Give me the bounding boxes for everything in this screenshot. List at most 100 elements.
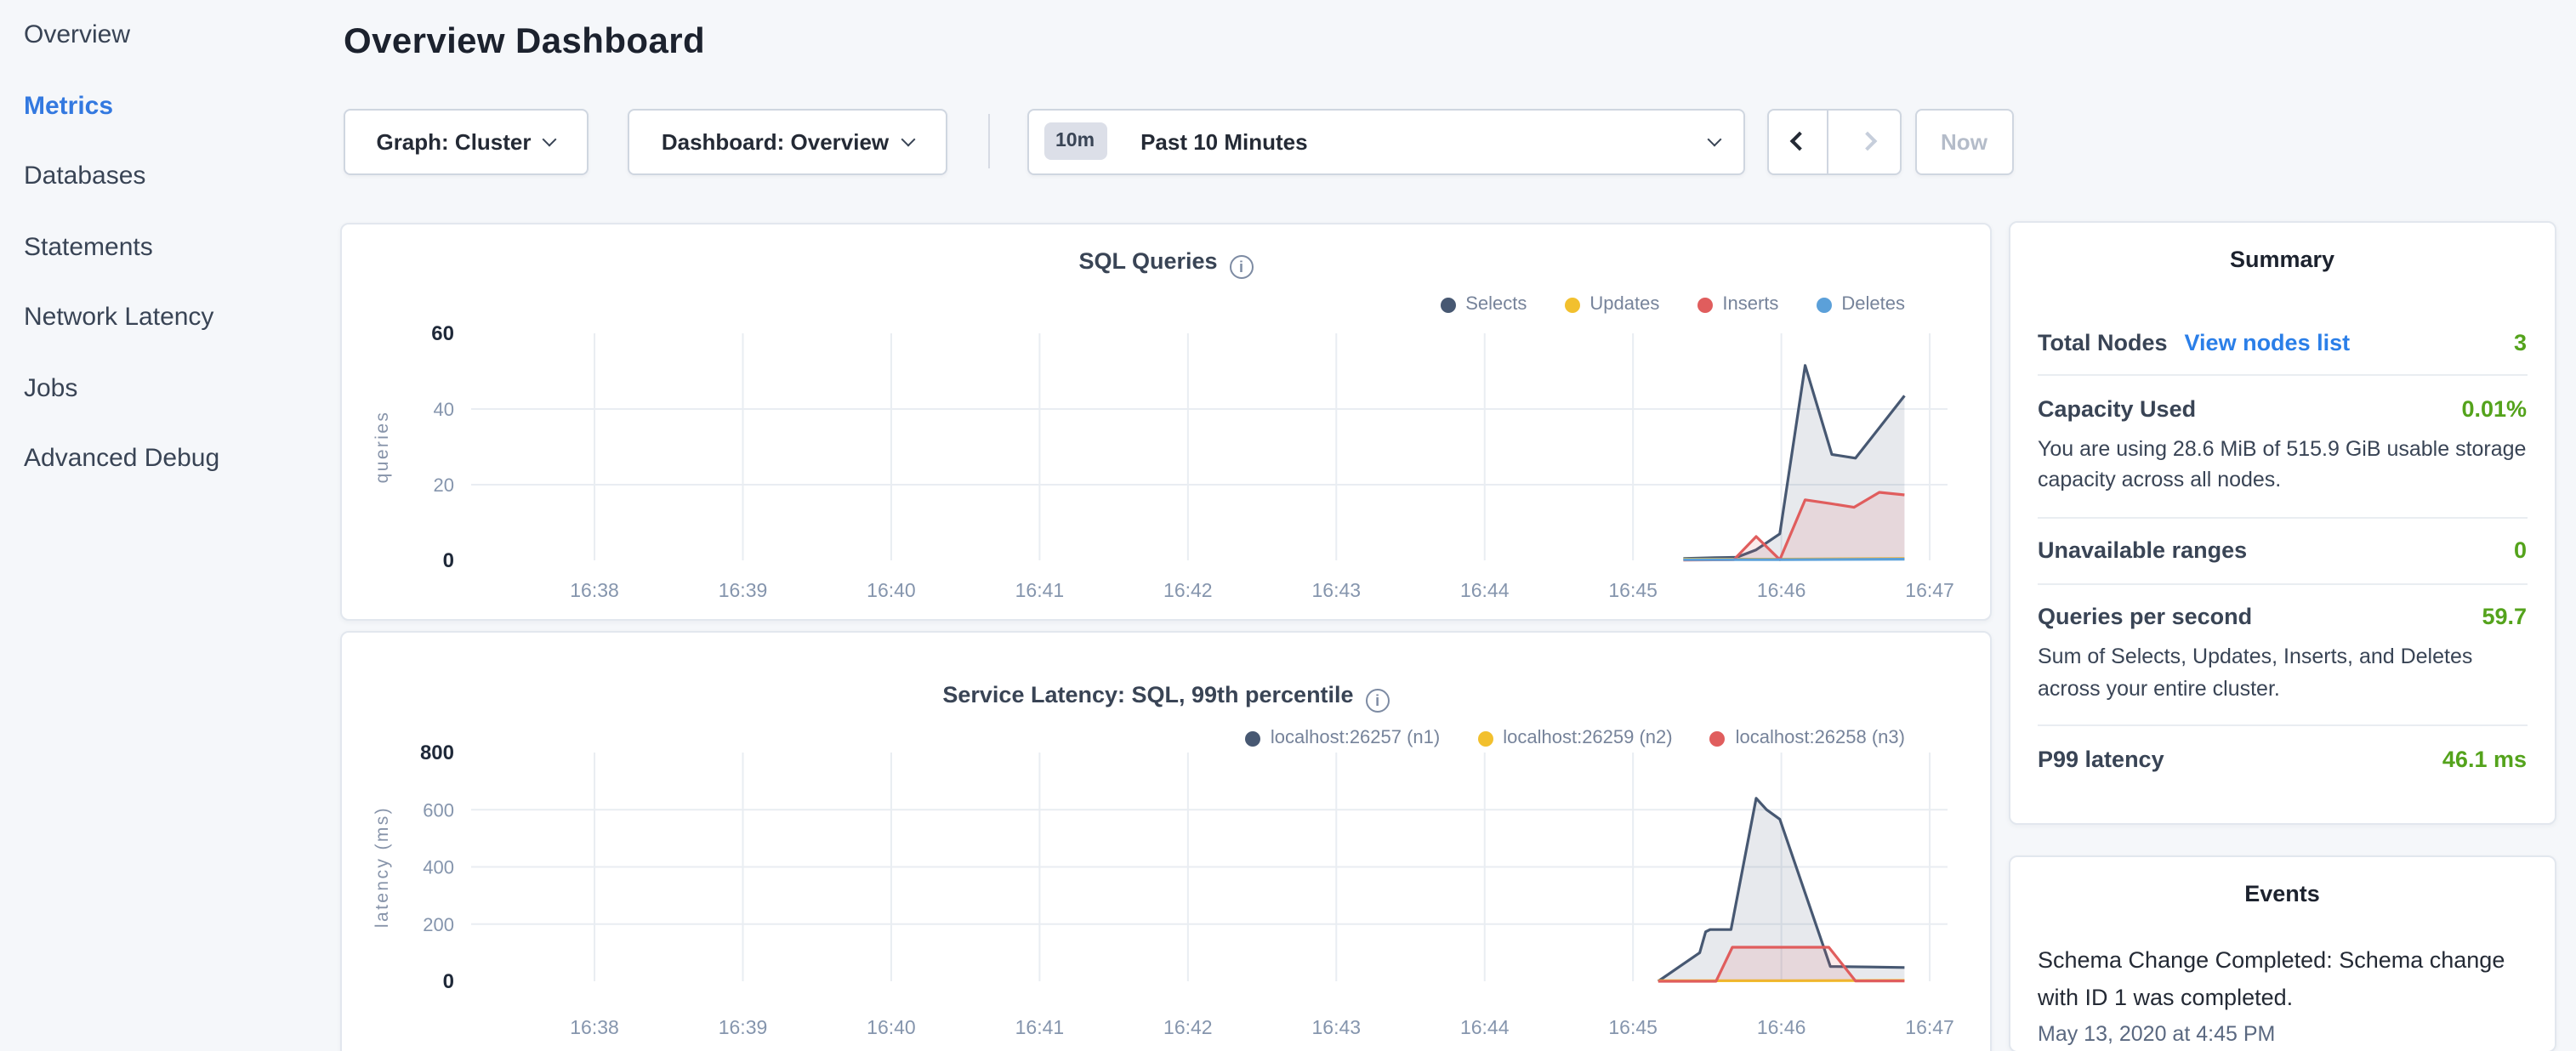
legend-label: Updates — [1589, 294, 1659, 315]
graph-scope-label: Graph: Cluster — [376, 129, 531, 155]
chart-legend: Selects Updates Inserts Deletes — [1440, 294, 1905, 315]
svg-text:16:44: 16:44 — [1460, 1016, 1510, 1038]
svg-text:200: 200 — [423, 914, 454, 935]
graph-scope-dropdown[interactable]: Graph: Cluster — [344, 109, 588, 174]
svg-text:800: 800 — [420, 741, 454, 764]
svg-text:16:43: 16:43 — [1312, 1016, 1362, 1038]
summary-row-label: Capacity Used — [2038, 395, 2196, 421]
chevron-left-icon — [1790, 132, 1810, 151]
svg-text:600: 600 — [423, 799, 454, 821]
time-range-label: Past 10 Minutes — [1140, 129, 1308, 155]
sidebar-item-jobs[interactable]: Jobs — [0, 353, 333, 423]
sidebar-item-statements[interactable]: Statements — [0, 212, 333, 282]
controls-divider — [987, 114, 989, 168]
dashboard-dropdown[interactable]: Dashboard: Overview — [628, 109, 947, 174]
summary-panel: Summary Total Nodes View nodes list 3 Capac… — [2009, 221, 2556, 825]
svg-text:16:38: 16:38 — [570, 1016, 619, 1038]
sidebar-item-overview[interactable]: Overview — [0, 0, 333, 71]
svg-text:16:47: 16:47 — [1905, 1016, 1954, 1038]
event-timestamp: May 13, 2020 at 4:45 PM — [2038, 1022, 2527, 1046]
summary-row-unavailable-ranges: Unavailable ranges 0 — [2038, 518, 2527, 584]
svg-text:16:45: 16:45 — [1608, 1016, 1658, 1038]
summary-row-p99-latency: P99 latency46.1 ms — [2038, 726, 2527, 791]
summary-row-label: Queries per second — [2038, 604, 2252, 629]
dashboard-dropdown-label: Dashboard: Overview — [662, 129, 889, 155]
sidebar-item-network-latency[interactable]: Network Latency — [0, 282, 333, 353]
svg-text:0: 0 — [443, 549, 454, 572]
now-button[interactable]: Now — [1915, 109, 2013, 174]
sidebar-item-advanced-debug[interactable]: Advanced Debug — [0, 423, 333, 494]
summary-row-queries-per-second: Queries per second 59.7 Sum of Selects, Up… — [2038, 584, 2527, 726]
service-latency-chart-plot[interactable]: 16:38 16:39 16:40 16:41 16:42 16:43 16:44 16:45… — [342, 741, 1990, 1051]
svg-text:16:42: 16:42 — [1163, 579, 1213, 601]
sql-queries-chart-plot[interactable]: 16:38 16:39 16:40 16:41 16:42 16:43 16:44 16:45… — [342, 320, 1990, 622]
legend-item: Inserts — [1697, 294, 1778, 315]
legend-dot-icon — [1440, 297, 1455, 312]
summary-row-value: 46.1 ms — [2442, 746, 2527, 771]
svg-text:queries: queries — [372, 411, 392, 484]
event-message: Schema Change Completed: Schema change w… — [2038, 941, 2527, 1017]
svg-text:20: 20 — [434, 474, 454, 496]
events-list: Schema Change Completed: Schema change w… — [2038, 941, 2527, 1046]
chart-title: SQL Queries — [1078, 248, 1217, 274]
summary-title: Summary — [2038, 247, 2527, 272]
svg-text:latency (ms): latency (ms) — [372, 806, 392, 928]
svg-text:16:41: 16:41 — [1015, 579, 1065, 601]
time-step-buttons — [1767, 109, 1902, 174]
events-panel: Events Schema Change Completed: Schema c… — [2009, 855, 2556, 1051]
legend-dot-icon — [1697, 297, 1712, 312]
svg-text:60: 60 — [431, 322, 454, 345]
summary-row-label: Unavailable ranges — [2038, 537, 2247, 563]
summary-rows: Total Nodes View nodes list 3 Capacity Used… — [2038, 310, 2527, 791]
svg-text:16:39: 16:39 — [719, 1016, 768, 1038]
db-console-app: OverviewMetricsDatabasesStatementsNetwor… — [0, 0, 2576, 1051]
legend-label: Deletes — [1841, 294, 1905, 315]
chart-card-sql-queries: SQL Queries i Selects Updates Inserts Delete… — [340, 223, 1992, 621]
info-icon[interactable]: i — [1366, 689, 1390, 713]
dashboard-controls: Graph: Cluster Dashboard: Overview 10m P… — [0, 109, 2576, 174]
chevron-down-icon — [1708, 132, 1722, 146]
summary-row-value: 3 — [2514, 329, 2527, 355]
svg-text:16:38: 16:38 — [570, 579, 619, 601]
legend-item: Updates — [1564, 294, 1659, 315]
chart-title-row: Service Latency: SQL, 99th percentile i — [342, 682, 1990, 713]
svg-text:400: 400 — [423, 857, 454, 878]
chevron-down-icon — [901, 132, 915, 146]
svg-text:16:42: 16:42 — [1163, 1016, 1213, 1038]
info-icon[interactable]: i — [1230, 255, 1254, 279]
chart-title: Service Latency: SQL, 99th percentile — [942, 682, 1353, 707]
legend-item: Selects — [1440, 294, 1527, 315]
chevron-right-icon — [1858, 132, 1878, 151]
legend-dot-icon — [1816, 297, 1831, 312]
summary-row-value: 0 — [2514, 537, 2527, 563]
legend-label: Inserts — [1722, 294, 1778, 315]
time-range-dropdown[interactable]: 10m Past 10 Minutes — [1026, 109, 1745, 174]
svg-text:16:40: 16:40 — [867, 1016, 916, 1038]
legend-item: Deletes — [1816, 294, 1905, 315]
svg-text:16:45: 16:45 — [1608, 579, 1658, 601]
time-range-badge: 10m — [1043, 123, 1106, 161]
summary-row-capacity-used: Capacity Used0.01%You are using 28.6 MiB… — [2038, 376, 2527, 518]
chevron-down-icon — [543, 132, 557, 146]
legend-dot-icon — [1564, 297, 1579, 312]
summary-row-description: Sum of Selects, Updates, Inserts, and De… — [2038, 641, 2527, 705]
chart-title-row: SQL Queries i — [342, 248, 1990, 279]
svg-text:16:43: 16:43 — [1312, 579, 1362, 601]
svg-text:16:44: 16:44 — [1460, 579, 1510, 601]
summary-row-label: Total Nodes — [2038, 329, 2168, 355]
view-nodes-list-link[interactable]: View nodes list — [2185, 329, 2351, 355]
svg-text:16:41: 16:41 — [1015, 1016, 1065, 1038]
events-title: Events — [2038, 880, 2527, 906]
svg-text:16:39: 16:39 — [719, 579, 768, 601]
legend-label: Selects — [1465, 294, 1527, 315]
svg-text:16:46: 16:46 — [1757, 1016, 1806, 1038]
time-step-back-button[interactable] — [1769, 111, 1828, 173]
time-step-forward-button[interactable] — [1841, 111, 1900, 173]
svg-text:16:40: 16:40 — [867, 579, 916, 601]
svg-text:16:46: 16:46 — [1757, 579, 1806, 601]
summary-row-description: You are using 28.6 MiB of 515.9 GiB usab… — [2038, 433, 2527, 497]
svg-text:0: 0 — [443, 970, 454, 993]
chart-card-service-latency: Service Latency: SQL, 99th percentile i l… — [340, 631, 1992, 1051]
page-title: Overview Dashboard — [344, 22, 705, 63]
summary-row-value: 59.7 — [2482, 604, 2527, 629]
